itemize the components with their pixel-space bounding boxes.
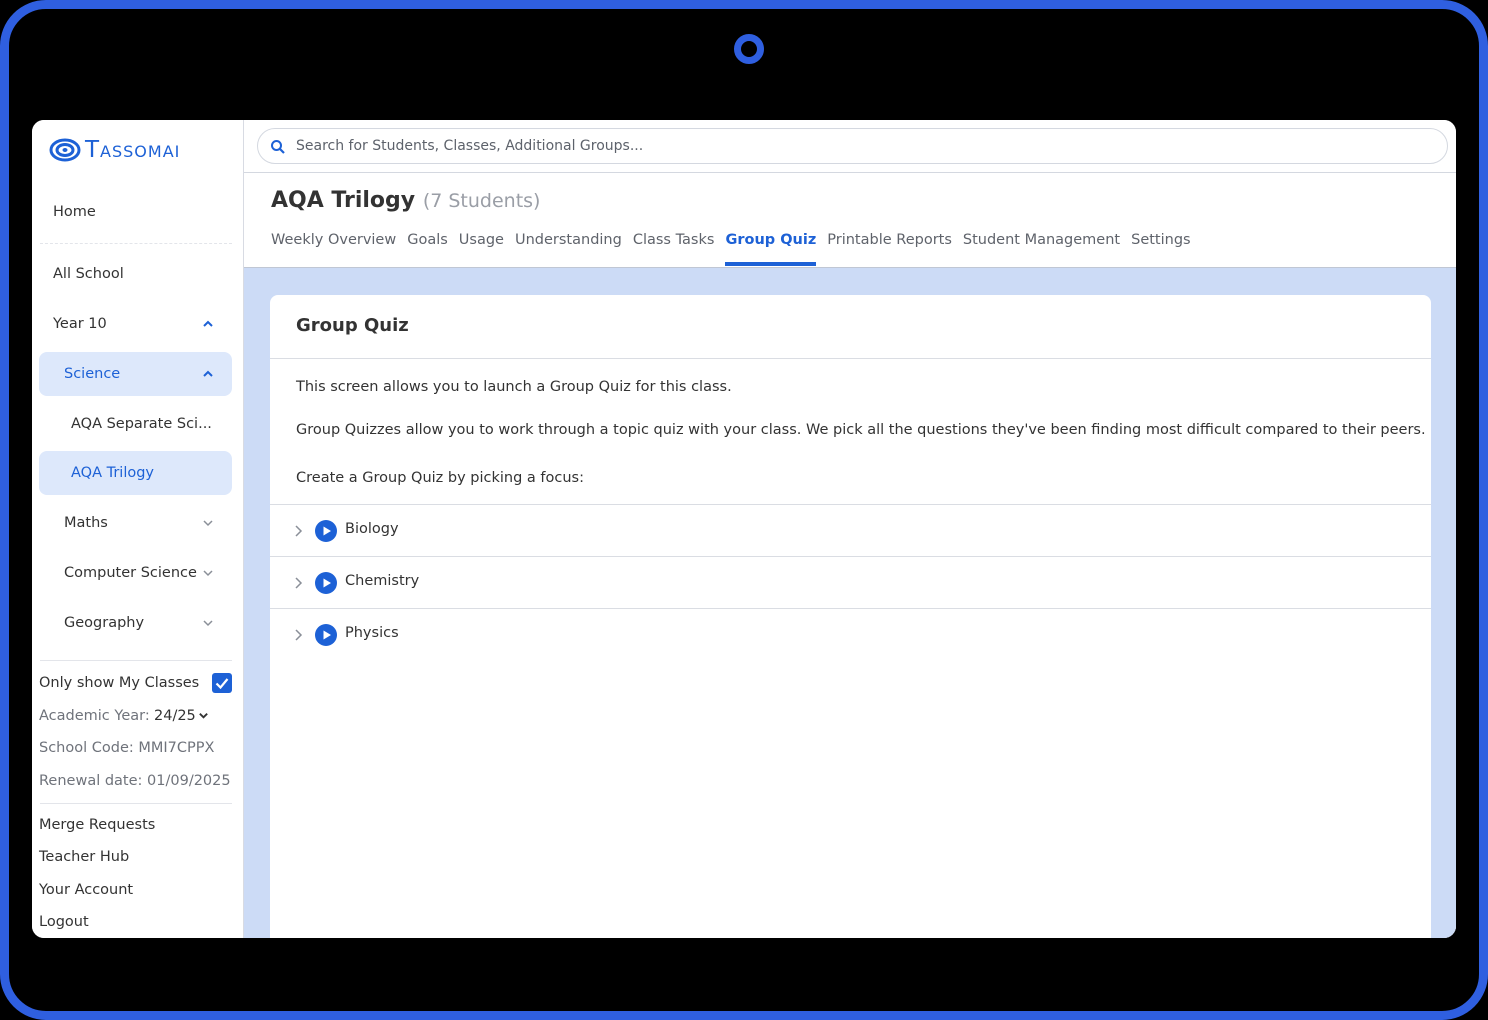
camera-icon bbox=[734, 34, 764, 64]
student-count: (7 Students) bbox=[422, 190, 541, 212]
chevron-right-icon[interactable] bbox=[293, 525, 303, 537]
subject-name: Physics bbox=[345, 625, 399, 641]
chevron-right-icon[interactable] bbox=[293, 629, 303, 641]
logout-link[interactable]: Logout bbox=[39, 914, 89, 930]
group-quiz-card: Group Quiz This screen allows you to lau… bbox=[270, 295, 1431, 938]
tab-class-tasks[interactable]: Class Tasks bbox=[633, 232, 715, 268]
app-screen: Tassomai Home All School Year 10 Science… bbox=[32, 120, 1456, 938]
subject-name: Chemistry bbox=[345, 573, 420, 589]
renewal-date: Renewal date: 01/09/2025 bbox=[39, 773, 231, 789]
chevron-up-icon[interactable] bbox=[202, 318, 214, 330]
sidebar: Tassomai Home All School Year 10 Science… bbox=[32, 120, 244, 938]
academic-year-select[interactable]: 24/25 bbox=[154, 708, 196, 724]
tab-student-management[interactable]: Student Management bbox=[963, 232, 1120, 268]
school-code: School Code: MMI7CPPX bbox=[39, 740, 215, 756]
sidebar-item-maths[interactable]: Maths bbox=[64, 515, 108, 531]
sidebar-item-year-10[interactable]: Year 10 bbox=[53, 316, 107, 332]
divider bbox=[244, 172, 1456, 173]
content-area: Group Quiz This screen allows you to lau… bbox=[244, 267, 1456, 938]
sidebar-item-aqa-separate[interactable]: AQA Separate Sci... bbox=[71, 416, 212, 432]
chevron-down-icon[interactable] bbox=[202, 517, 214, 529]
merge-requests-link[interactable]: Merge Requests bbox=[39, 817, 155, 833]
tab-goals[interactable]: Goals bbox=[407, 232, 448, 268]
logo-mark-icon bbox=[49, 138, 81, 162]
prompt-text: Create a Group Quiz by picking a focus: bbox=[296, 470, 584, 486]
subject-row-biology[interactable]: Biology bbox=[270, 505, 1431, 557]
tassomai-logo[interactable]: Tassomai bbox=[49, 136, 180, 164]
main-panel: AQA Trilogy (7 Students) Weekly Overview… bbox=[244, 120, 1456, 938]
intro-text: This screen allows you to launch a Group… bbox=[296, 379, 732, 395]
checkmark-icon bbox=[215, 678, 229, 690]
chevron-right-icon[interactable] bbox=[293, 577, 303, 589]
class-tabs: Weekly Overview Goals Usage Understandin… bbox=[271, 232, 1202, 268]
play-icon[interactable] bbox=[315, 572, 337, 594]
only-show-my-classes-label: Only show My Classes bbox=[39, 675, 200, 691]
chevron-down-icon[interactable] bbox=[202, 567, 214, 579]
teacher-hub-link[interactable]: Teacher Hub bbox=[39, 849, 129, 865]
academic-year-label: Academic Year: bbox=[39, 708, 150, 724]
sidebar-item-computer-science[interactable]: Computer Science bbox=[64, 565, 197, 581]
only-show-my-classes-checkbox[interactable] bbox=[212, 673, 232, 693]
tab-understanding[interactable]: Understanding bbox=[515, 232, 622, 268]
search-bar bbox=[257, 128, 1448, 164]
sidebar-item-geography[interactable]: Geography bbox=[64, 615, 144, 631]
tab-printable-reports[interactable]: Printable Reports bbox=[827, 232, 952, 268]
chevron-down-icon[interactable] bbox=[198, 710, 209, 721]
your-account-link[interactable]: Your Account bbox=[39, 882, 133, 898]
sidebar-item-all-school[interactable]: All School bbox=[53, 266, 124, 282]
tab-usage[interactable]: Usage bbox=[459, 232, 504, 268]
divider bbox=[40, 243, 232, 244]
tab-weekly-overview[interactable]: Weekly Overview bbox=[271, 232, 396, 268]
chevron-down-icon[interactable] bbox=[202, 617, 214, 629]
card-title: Group Quiz bbox=[296, 315, 409, 336]
search-icon bbox=[271, 140, 285, 154]
sidebar-item-aqa-trilogy-label: AQA Trilogy bbox=[71, 465, 155, 481]
play-icon[interactable] bbox=[315, 520, 337, 542]
search-input[interactable] bbox=[296, 135, 1426, 157]
subject-row-chemistry[interactable]: Chemistry bbox=[270, 557, 1431, 609]
tab-group-quiz[interactable]: Group Quiz bbox=[725, 232, 816, 268]
divider bbox=[270, 358, 1431, 359]
logo-text: Tassomai bbox=[85, 137, 181, 163]
sidebar-item-home[interactable]: Home bbox=[53, 204, 96, 220]
subject-name: Biology bbox=[345, 521, 399, 537]
chevron-up-icon[interactable] bbox=[202, 368, 214, 380]
play-icon[interactable] bbox=[315, 624, 337, 646]
subject-row-physics[interactable]: Physics bbox=[270, 609, 1431, 661]
page-title: AQA Trilogy (7 Students) bbox=[271, 188, 540, 213]
sidebar-item-science-label: Science bbox=[64, 366, 121, 382]
description-text: Group Quizzes allow you to work through … bbox=[296, 422, 1426, 438]
tab-settings[interactable]: Settings bbox=[1131, 232, 1190, 268]
divider bbox=[40, 660, 232, 661]
class-name: AQA Trilogy bbox=[271, 188, 416, 213]
divider bbox=[40, 803, 232, 804]
